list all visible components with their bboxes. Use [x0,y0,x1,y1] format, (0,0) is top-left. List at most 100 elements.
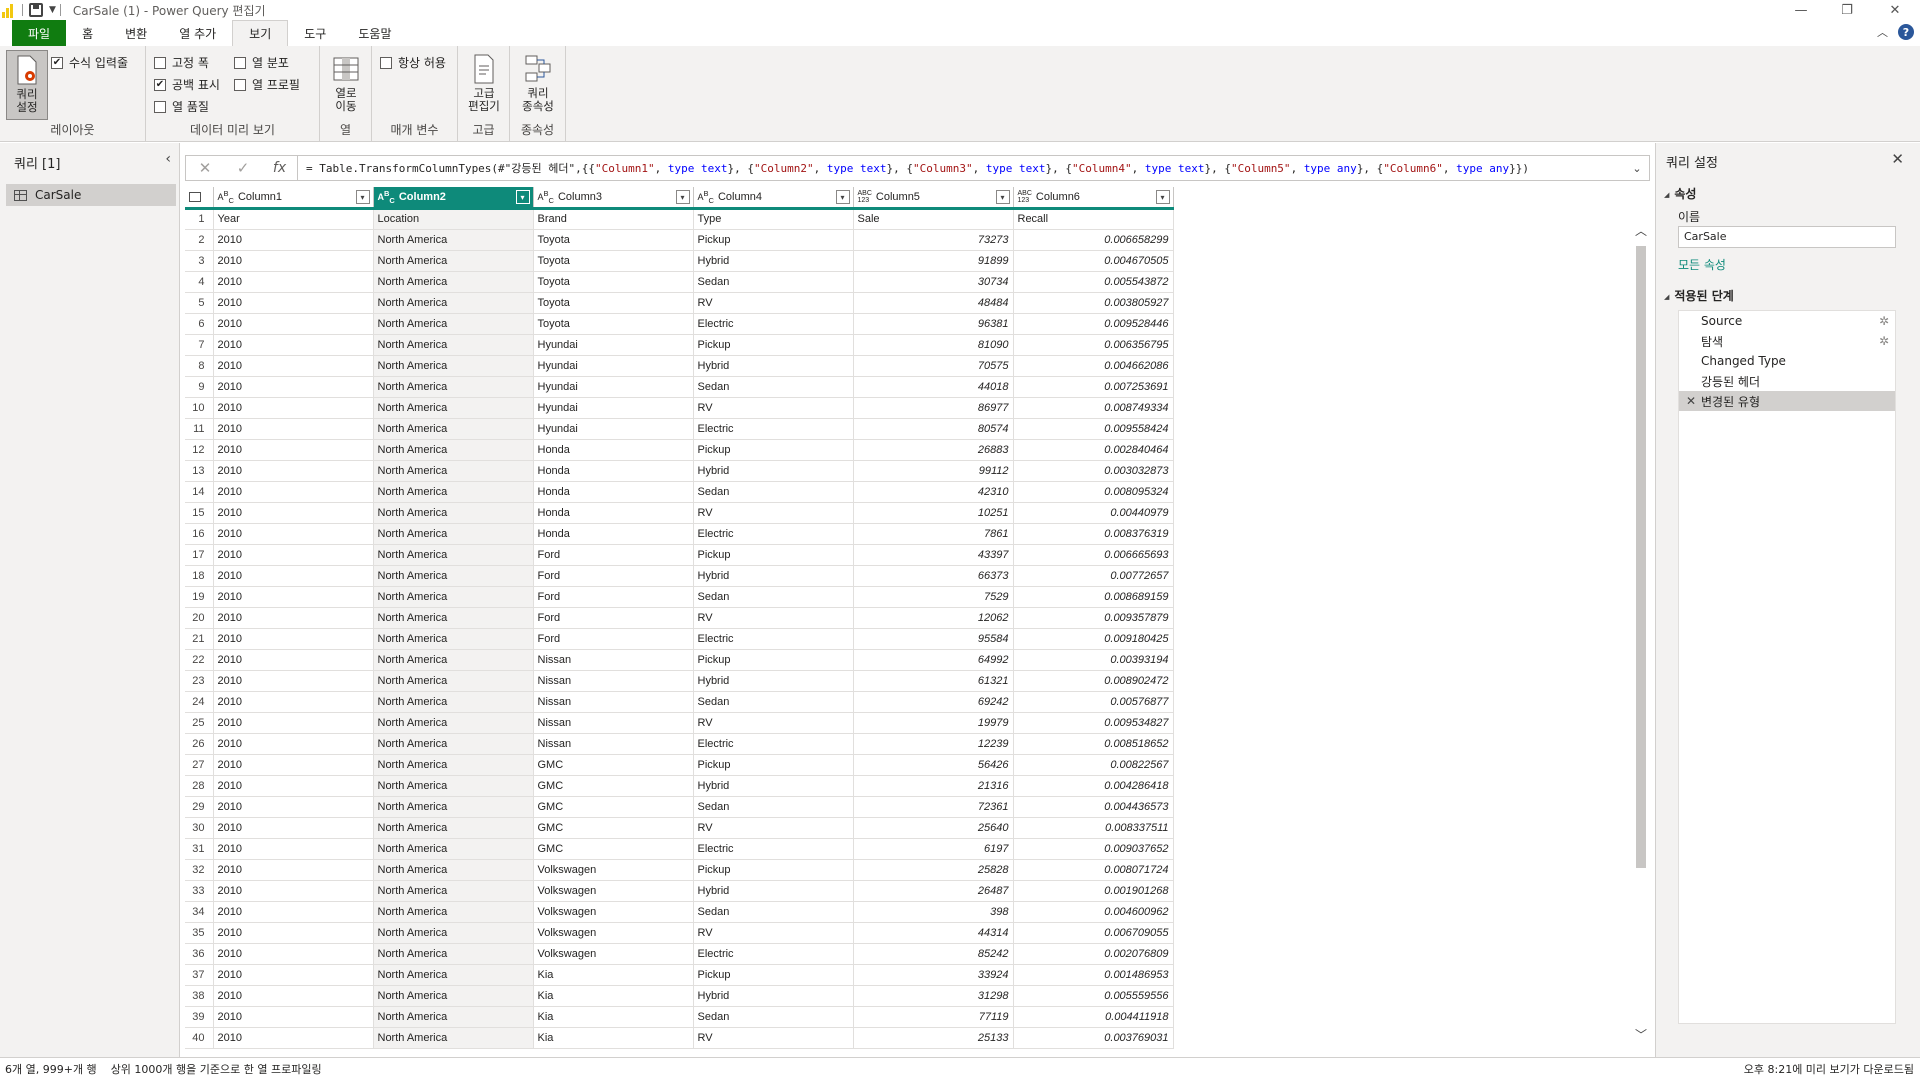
row-number[interactable]: 20 [185,607,214,629]
table-cell[interactable]: North America [373,922,534,944]
table-cell[interactable]: Sedan [693,586,854,608]
column-header-1[interactable]: ABC Column1 ▾ [213,187,374,209]
tab-transform[interactable]: 변환 [109,20,163,46]
table-cell[interactable]: North America [373,691,534,713]
table-cell[interactable]: 2010 [213,649,374,671]
table-cell[interactable]: 0.006709055 [1013,922,1174,944]
table-cell[interactable]: 2010 [213,460,374,482]
table-cell[interactable]: 0.00576877 [1013,691,1174,713]
row-number[interactable]: 28 [185,775,214,797]
table-cell[interactable]: 12062 [853,607,1014,629]
table-cell[interactable]: North America [373,901,534,923]
filter-dropdown-icon[interactable]: ▾ [355,190,370,204]
applied-step-item[interactable]: 강등된 헤더 [1679,371,1895,391]
row-number[interactable]: 40 [185,1027,214,1049]
row-number[interactable]: 39 [185,1006,214,1028]
table-cell[interactable]: 2010 [213,376,374,398]
delete-step-icon[interactable]: ✕ [1686,394,1696,408]
applied-step-item[interactable]: Changed Type [1679,351,1895,371]
table-cell[interactable]: 66373 [853,565,1014,587]
expand-formula-icon[interactable]: ⌄ [1625,162,1649,175]
filter-dropdown-icon[interactable]: ▾ [515,190,530,204]
table-cell[interactable]: 69242 [853,691,1014,713]
table-cell[interactable]: 2010 [213,733,374,755]
table-cell[interactable]: 0.004600962 [1013,901,1174,923]
table-cell[interactable]: 2010 [213,292,374,314]
table-cell[interactable]: 0.009558424 [1013,418,1174,440]
table-cell[interactable]: 25640 [853,817,1014,839]
type-abc-icon[interactable]: ABC [378,190,395,204]
table-cell[interactable]: Nissan [533,733,694,755]
table-cell[interactable]: 0.006658299 [1013,229,1174,251]
table-cell[interactable]: Pickup [693,964,854,986]
table-cell[interactable]: Honda [533,439,694,461]
scrollbar-thumb[interactable] [1636,246,1646,868]
table-cell[interactable]: 96381 [853,313,1014,335]
row-number[interactable]: 22 [185,649,214,671]
column-profile-checkbox[interactable]: 열 프로필 [234,76,300,93]
table-cell[interactable]: North America [373,334,534,356]
table-cell[interactable]: 2010 [213,418,374,440]
table-cell[interactable]: Hybrid [693,250,854,272]
table-cell[interactable]: North America [373,397,534,419]
applied-step-item[interactable]: Source ✲ [1679,311,1895,331]
table-cell[interactable]: 2010 [213,271,374,293]
table-cell[interactable]: Toyota [533,271,694,293]
formula-bar-checkbox[interactable]: ✔ 수식 입력줄 [51,54,128,71]
row-number[interactable]: 6 [185,313,214,335]
table-cell[interactable]: Honda [533,460,694,482]
row-number[interactable]: 19 [185,586,214,608]
table-cell[interactable]: 0.009180425 [1013,628,1174,650]
table-cell[interactable]: RV [693,817,854,839]
table-cell[interactable]: 99112 [853,460,1014,482]
table-cell[interactable]: 0.009534827 [1013,712,1174,734]
table-cell[interactable]: 0.004662086 [1013,355,1174,377]
table-cell[interactable]: 72361 [853,796,1014,818]
table-cell[interactable]: Nissan [533,712,694,734]
query-item-carsale[interactable]: CarSale [6,184,176,206]
row-number[interactable]: 24 [185,691,214,713]
row-number[interactable]: 26 [185,733,214,755]
filter-dropdown-icon[interactable]: ▾ [995,190,1010,204]
table-cell[interactable]: Sedan [693,796,854,818]
table-cell[interactable]: 44314 [853,922,1014,944]
column-header-6[interactable]: ABC 123 Column6 ▾ [1013,187,1174,209]
table-cell[interactable]: North America [373,649,534,671]
table-cell[interactable]: 25133 [853,1027,1014,1049]
table-cell[interactable]: 2010 [213,985,374,1007]
table-cell[interactable]: North America [373,670,534,692]
table-cell[interactable]: 2010 [213,355,374,377]
table-cell[interactable]: 0.003805927 [1013,292,1174,314]
table-cell[interactable]: 0.008071724 [1013,859,1174,881]
table-cell[interactable]: 0.003769031 [1013,1027,1174,1049]
table-cell[interactable]: North America [373,796,534,818]
table-cell[interactable]: 2010 [213,922,374,944]
table-cell[interactable]: Kia [533,964,694,986]
tab-file[interactable]: 파일 [12,20,67,46]
table-cell[interactable]: Honda [533,502,694,524]
table-cell[interactable]: 10251 [853,502,1014,524]
row-number[interactable]: 27 [185,754,214,776]
table-cell[interactable]: RV [693,712,854,734]
table-cell[interactable]: 2010 [213,880,374,902]
table-cell[interactable]: Hyundai [533,418,694,440]
table-cell[interactable]: 81090 [853,334,1014,356]
table-cell[interactable]: Hybrid [693,985,854,1007]
table-cell[interactable]: Hybrid [693,775,854,797]
help-icon[interactable]: ? [1898,24,1914,40]
table-cell[interactable]: North America [373,880,534,902]
table-cell[interactable]: Electric [693,418,854,440]
step-settings-gear-icon[interactable]: ✲ [1879,334,1889,348]
table-cell[interactable]: North America [373,376,534,398]
filter-dropdown-icon[interactable]: ▾ [835,190,850,204]
table-cell[interactable]: Year [213,206,374,230]
column-header-3[interactable]: ABC Column3 ▾ [533,187,694,209]
table-cell[interactable]: North America [373,817,534,839]
row-number[interactable]: 12 [185,439,214,461]
tab-add-column[interactable]: 열 추가 [163,20,232,46]
table-cell[interactable]: RV [693,922,854,944]
table-cell[interactable]: Toyota [533,250,694,272]
row-number[interactable]: 38 [185,985,214,1007]
table-cell[interactable]: Toyota [533,292,694,314]
table-cell[interactable]: 21316 [853,775,1014,797]
